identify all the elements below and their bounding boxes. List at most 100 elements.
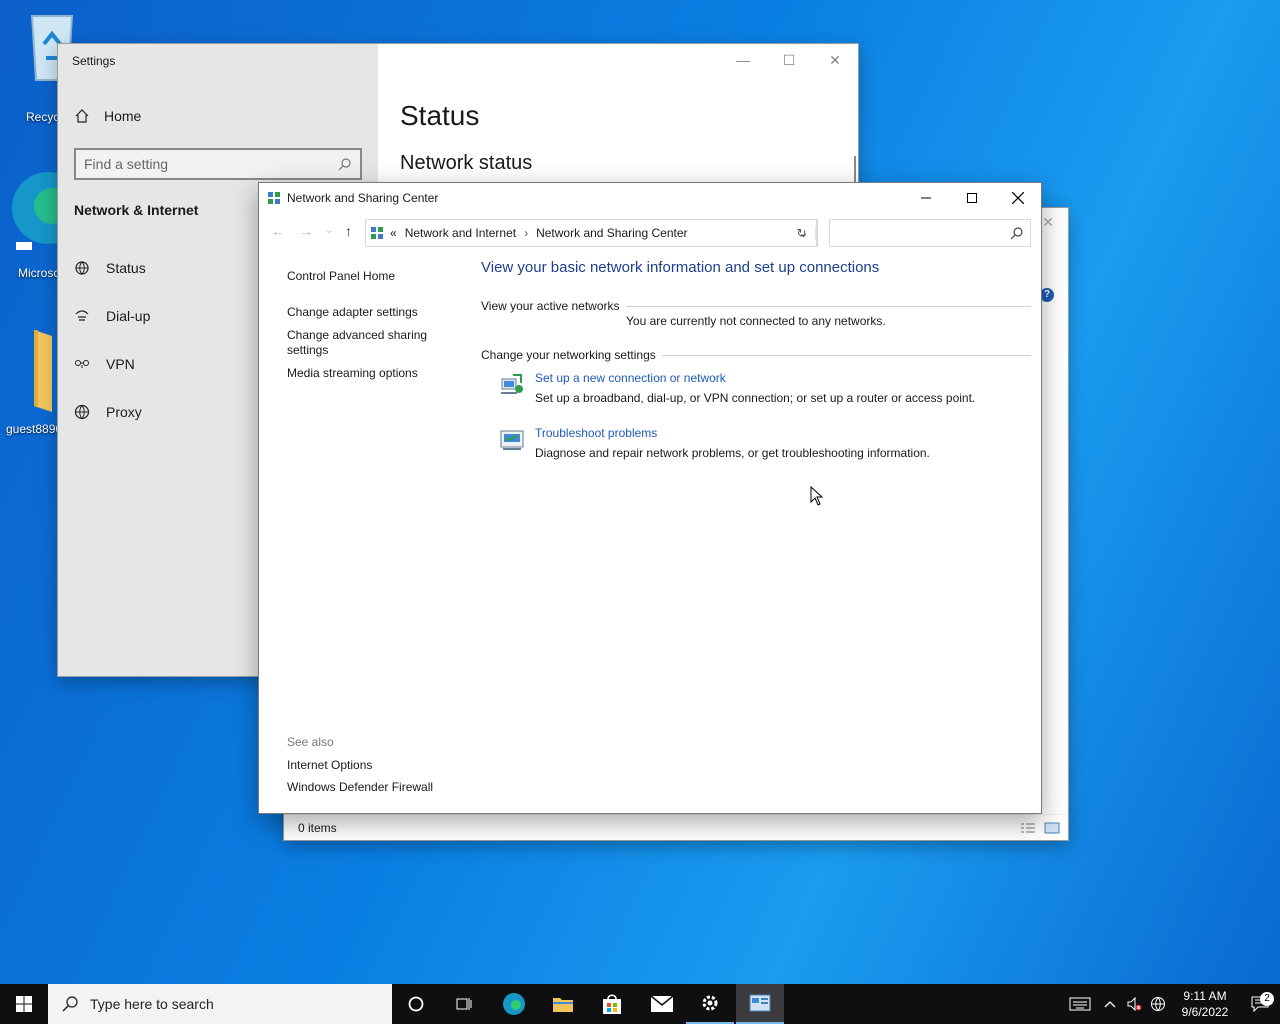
settings-home-label: Home xyxy=(104,108,142,124)
large-icons-view-icon[interactable] xyxy=(1044,822,1060,834)
clock[interactable]: 9:11 AM 9/6/2022 xyxy=(1170,988,1240,1020)
help-icon[interactable]: ? xyxy=(1040,288,1054,302)
taskbar-settings[interactable] xyxy=(686,984,734,1024)
settings-nav-dialup[interactable]: Dial-up xyxy=(74,308,150,324)
settings-nav-label: VPN xyxy=(106,356,135,372)
keyboard-layout-icon[interactable] xyxy=(1062,997,1098,1011)
network-globe-icon[interactable] xyxy=(1146,996,1170,1012)
troubleshoot-icon xyxy=(500,430,524,450)
change-advanced-sharing-link[interactable]: Change advanced sharing settings xyxy=(287,328,447,358)
task-view-button[interactable] xyxy=(440,984,488,1024)
taskbar-mail[interactable] xyxy=(638,984,686,1024)
taskbar-store[interactable] xyxy=(588,984,636,1024)
taskbar-search-box[interactable]: Type here to search xyxy=(48,984,392,1024)
settings-home-link[interactable]: Home xyxy=(74,108,141,124)
network-center-icon xyxy=(268,192,280,204)
settings-search-input[interactable]: Find a setting xyxy=(74,148,362,180)
settings-section-title: Network & Internet xyxy=(74,202,199,218)
see-also-title: See also xyxy=(287,735,334,749)
action-center-button[interactable]: 2 xyxy=(1240,992,1280,1012)
minimize-button[interactable]: — xyxy=(720,52,766,69)
settings-caption-buttons: — ☐ ✕ xyxy=(720,52,858,69)
desktop-icon-label: Microsc xyxy=(18,266,60,280)
recent-locations-button[interactable]: ⌄ xyxy=(325,225,333,236)
minimize-icon xyxy=(921,197,931,199)
control-panel-home-link[interactable]: Control Panel Home xyxy=(287,269,447,284)
task-new-connection: Set up a new connection or network Set u… xyxy=(499,371,975,405)
desktop-icon-label: Recyc xyxy=(26,110,60,124)
refresh-button[interactable]: ↻ xyxy=(786,219,818,247)
view-switcher xyxy=(1020,822,1060,834)
maximize-button[interactable] xyxy=(949,183,995,213)
start-button[interactable] xyxy=(0,984,48,1024)
item-count: 0 items xyxy=(298,820,337,835)
cortana-button[interactable] xyxy=(392,984,440,1024)
settings-nav-vpn[interactable]: VPN xyxy=(74,356,135,372)
address-toolbar: ← → ⌄ ↑ « Network and Internet › Network… xyxy=(259,217,1041,249)
close-button[interactable]: ✕ xyxy=(812,52,858,69)
folder-icon xyxy=(553,998,573,1012)
settings-search-placeholder: Find a setting xyxy=(84,156,169,172)
breadcrumb-overflow[interactable]: « xyxy=(390,226,397,240)
task-view-icon xyxy=(456,998,472,1010)
see-also-section: See also Internet Options Windows Defend… xyxy=(287,735,433,794)
title-bar[interactable]: Network and Sharing Center xyxy=(259,183,1041,213)
taskbar-edge[interactable] xyxy=(490,984,538,1024)
window-title: Network and Sharing Center xyxy=(287,191,439,205)
settings-page-subtitle: Network status xyxy=(400,152,533,174)
mail-icon xyxy=(650,995,674,1012)
taskbar-control-panel[interactable] xyxy=(736,984,784,1024)
media-streaming-link[interactable]: Media streaming options xyxy=(287,366,447,381)
taskbar: Type here to search 9:11 AM 9/6/2022 2 xyxy=(0,984,1280,1024)
breadcrumb-separator-icon[interactable]: › xyxy=(524,226,528,240)
status-icon xyxy=(75,261,89,275)
change-settings-label: Change your networking settings xyxy=(481,348,656,362)
divider xyxy=(625,305,1031,307)
settings-nav-proxy[interactable]: Proxy xyxy=(74,404,142,420)
clock-date: 9/6/2022 xyxy=(1181,1005,1229,1019)
maximize-button[interactable]: ☐ xyxy=(766,52,812,69)
taskbar-search-placeholder: Type here to search xyxy=(90,996,214,1012)
vpn-icon xyxy=(75,360,89,368)
settings-nav-status[interactable]: Status xyxy=(74,260,146,276)
forward-button[interactable]: → xyxy=(299,223,313,239)
setup-connection-link[interactable]: Set up a new connection or network xyxy=(535,371,975,385)
home-icon xyxy=(75,109,89,123)
notification-badge: 2 xyxy=(1260,992,1274,1006)
settings-nav-label: Status xyxy=(106,260,146,276)
control-panel-search-input[interactable] xyxy=(829,219,1031,247)
taskbar-file-explorer[interactable] xyxy=(539,984,587,1024)
change-adapter-settings-link[interactable]: Change adapter settings xyxy=(287,305,447,320)
volume-muted-icon[interactable] xyxy=(1122,996,1146,1012)
network-sharing-center-window: Network and Sharing Center ← → ⌄ ↑ « Net… xyxy=(258,182,1042,814)
caption-buttons xyxy=(903,183,1041,213)
not-connected-text: You are currently not connected to any n… xyxy=(626,314,886,328)
page-heading: View your basic network information and … xyxy=(481,259,880,276)
clock-time: 9:11 AM xyxy=(1183,989,1227,1003)
firewall-link[interactable]: Windows Defender Firewall xyxy=(287,780,433,794)
change-settings-group: Change your networking settings xyxy=(481,348,1031,362)
troubleshoot-link[interactable]: Troubleshoot problems xyxy=(535,426,930,440)
close-button[interactable] xyxy=(995,183,1041,213)
gear-icon xyxy=(702,995,718,1011)
globe-icon xyxy=(74,404,90,420)
breadcrumb-current[interactable]: Network and Sharing Center xyxy=(536,226,687,240)
back-button[interactable]: ← xyxy=(271,223,285,239)
windows-logo-icon xyxy=(16,996,32,1012)
edge-icon xyxy=(503,993,525,1015)
dialup-icon xyxy=(75,310,89,321)
minimize-button[interactable] xyxy=(903,183,949,213)
cortana-icon xyxy=(408,996,424,1012)
mouse-cursor-icon xyxy=(810,486,824,506)
up-button[interactable]: ↑ xyxy=(345,223,352,239)
search-icon xyxy=(338,158,351,171)
close-icon[interactable]: ✕ xyxy=(1042,214,1054,231)
internet-options-link[interactable]: Internet Options xyxy=(287,758,433,772)
details-view-icon[interactable] xyxy=(1020,822,1036,834)
breadcrumb-network-internet[interactable]: Network and Internet xyxy=(405,226,516,240)
system-tray: 9:11 AM 9/6/2022 2 xyxy=(1062,984,1280,1024)
divider xyxy=(661,354,1031,356)
address-bar[interactable]: « Network and Internet › Network and Sha… xyxy=(365,219,817,247)
show-hidden-icons-button[interactable] xyxy=(1098,1000,1122,1008)
active-networks-label: View your active networks xyxy=(481,299,620,313)
